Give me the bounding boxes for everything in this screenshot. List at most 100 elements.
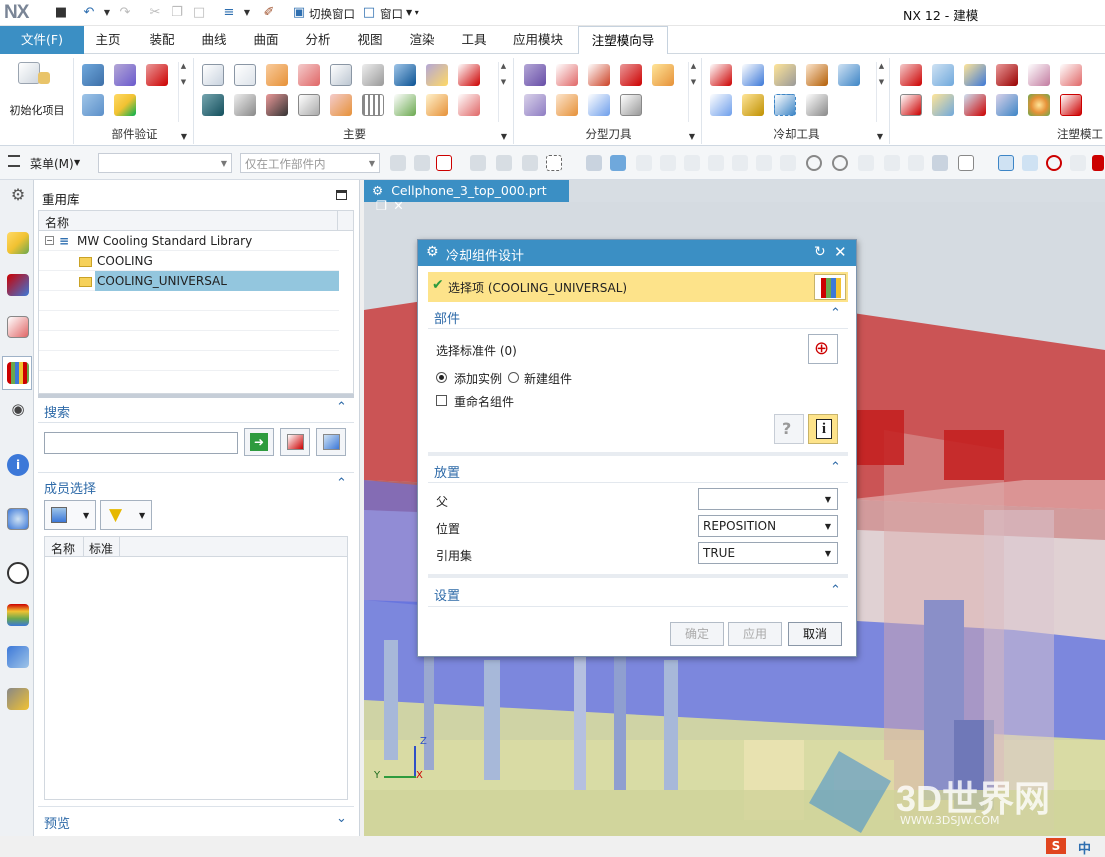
select-component-icon[interactable] <box>586 155 602 171</box>
rotate-icon[interactable] <box>1046 155 1062 171</box>
group-scroll[interactable]: ▲ ▼ <box>498 62 508 122</box>
edge-patch-icon[interactable] <box>1060 64 1082 86</box>
preview-title[interactable]: 预览 <box>44 813 70 832</box>
chevron-down-icon[interactable]: ⌄ <box>336 811 347 826</box>
file-tab[interactable]: 文件(F) <box>0 26 84 54</box>
rename-component-label[interactable]: 重命名组件 <box>454 393 514 410</box>
snap-toggle-icon[interactable] <box>958 155 974 171</box>
process-studio-icon[interactable] <box>7 646 29 668</box>
reset-icon[interactable]: ↻ <box>814 244 826 260</box>
extend-channel-icon[interactable] <box>806 64 828 86</box>
ok-button[interactable]: 确定 <box>670 622 724 646</box>
draft-analysis-icon[interactable] <box>82 94 104 116</box>
constraint-navigator-icon[interactable] <box>7 274 29 296</box>
tab-render[interactable]: 渲染 <box>400 26 444 54</box>
switch-window-icon[interactable]: ▣ <box>290 4 308 22</box>
advanced-search-button[interactable] <box>316 428 346 456</box>
sub-insert-icon[interactable] <box>458 64 480 86</box>
close-icon[interactable]: ✕ <box>834 243 847 261</box>
ime-mode[interactable]: 中 <box>1078 838 1091 857</box>
section-settings-title[interactable]: 设置 <box>434 585 460 604</box>
undo-icon[interactable]: ↶ <box>80 4 98 22</box>
adjust-channel-icon[interactable] <box>838 64 860 86</box>
replace-solid-icon[interactable] <box>900 94 922 116</box>
cooling-pattern-icon[interactable] <box>742 64 764 86</box>
group-dropdown-icon[interactable]: ▼ <box>689 132 695 141</box>
parting-surface-icon[interactable] <box>588 64 610 86</box>
splitter[interactable] <box>38 394 354 398</box>
collapse-icon[interactable]: − <box>45 236 54 245</box>
parting-navigator-icon[interactable] <box>620 94 642 116</box>
window-menu-dropdown-icon[interactable]: ▼ ▾ <box>406 8 419 17</box>
extend-solid-icon[interactable] <box>932 94 954 116</box>
fit-view-icon[interactable] <box>998 155 1014 171</box>
select-face-icon[interactable] <box>496 155 512 171</box>
radio-add-instance-label[interactable]: 添加实例 <box>454 370 502 387</box>
existing-point-icon[interactable] <box>858 155 874 171</box>
tab-curve[interactable]: 曲线 <box>192 26 236 54</box>
group-dropdown-icon[interactable]: ▼ <box>501 132 507 141</box>
view-manager-icon[interactable] <box>394 94 416 116</box>
tab-assembly[interactable]: 装配 <box>140 26 184 54</box>
check-region-icon[interactable] <box>82 64 104 86</box>
maximize-icon[interactable] <box>336 190 347 200</box>
select-feature-icon[interactable] <box>470 155 486 171</box>
redo-icon[interactable]: ↷ <box>116 4 134 22</box>
patch-surface-icon[interactable] <box>620 64 642 86</box>
general-select-icon[interactable] <box>390 155 406 171</box>
bounded-point-icon[interactable] <box>932 155 948 171</box>
point-snap-icon[interactable] <box>636 155 652 171</box>
control-point-icon[interactable] <box>708 155 724 171</box>
electrode-icon[interactable] <box>298 94 320 116</box>
eye-icon[interactable]: ◉ <box>7 398 29 420</box>
intersection-icon[interactable] <box>732 155 748 171</box>
clear-search-button[interactable] <box>280 428 310 456</box>
cooling-fitting-icon[interactable] <box>710 94 732 116</box>
cooling-navigator-icon[interactable] <box>806 94 828 116</box>
info-button[interactable]: i <box>808 414 838 444</box>
region-analysis-icon[interactable] <box>524 64 546 86</box>
select-body-icon[interactable] <box>522 155 538 171</box>
parent-dropdown[interactable]: ▼ <box>698 488 838 510</box>
section-part-title[interactable]: 部件 <box>434 308 460 327</box>
mold-design-validation-icon[interactable] <box>114 64 136 86</box>
group-scroll[interactable]: ▲ ▼ <box>178 62 188 122</box>
group-scroll[interactable]: ▲ ▼ <box>876 62 886 122</box>
web-browser-icon[interactable] <box>7 508 29 530</box>
dialog-title-bar[interactable]: ⚙ 冷却组件设计 ↻ ✕ <box>418 240 856 266</box>
on-curve-icon[interactable] <box>884 155 900 171</box>
clock-icon[interactable] <box>7 562 29 584</box>
chevron-up-icon[interactable]: ⌃ <box>830 306 841 321</box>
select-filter-icon[interactable] <box>414 155 430 171</box>
assembly-navigator-icon[interactable] <box>7 232 29 254</box>
endpoint-icon[interactable] <box>660 155 676 171</box>
part-navigator-icon[interactable] <box>7 316 29 338</box>
tab-view[interactable]: 视图 <box>348 26 392 54</box>
cooling-standard-icon[interactable] <box>742 94 764 116</box>
midpoint-icon[interactable] <box>684 155 700 171</box>
document-tab[interactable]: ⚙ Cellphone_3_top_000.prt ❐ ✕ <box>364 180 569 213</box>
snap-point-icon[interactable] <box>436 155 452 171</box>
cavity-layout-icon[interactable] <box>298 64 320 86</box>
zoom-icon[interactable] <box>1022 155 1038 171</box>
reference-blend-icon[interactable] <box>964 94 986 116</box>
drawing-icon[interactable] <box>458 94 480 116</box>
reuse-library-button[interactable] <box>814 274 846 300</box>
save-icon[interactable]: ■ <box>52 4 70 22</box>
radio-add-instance[interactable] <box>436 372 447 383</box>
arc-center-icon[interactable] <box>756 155 772 171</box>
type-filter-combo[interactable]: ▼ <box>98 153 232 173</box>
tree-row-cooling[interactable]: COOLING <box>39 251 339 271</box>
member-select-title[interactable]: 成员选择 <box>44 478 96 497</box>
window-menu-icon[interactable]: □ <box>360 4 378 22</box>
pocket-icon[interactable] <box>266 94 288 116</box>
chevron-up-icon[interactable]: ⌃ <box>336 476 347 491</box>
cancel-button[interactable]: 取消 <box>788 622 842 646</box>
tab-analysis[interactable]: 分析 <box>296 26 340 54</box>
mold-base-icon[interactable] <box>330 64 352 86</box>
surface-patch-icon[interactable] <box>1028 64 1050 86</box>
chevron-up-icon[interactable]: ⌃ <box>336 400 347 415</box>
tangent-icon[interactable] <box>832 155 848 171</box>
search-go-button[interactable]: ➜ <box>244 428 274 456</box>
group-dropdown-icon[interactable]: ▼ <box>877 132 883 141</box>
